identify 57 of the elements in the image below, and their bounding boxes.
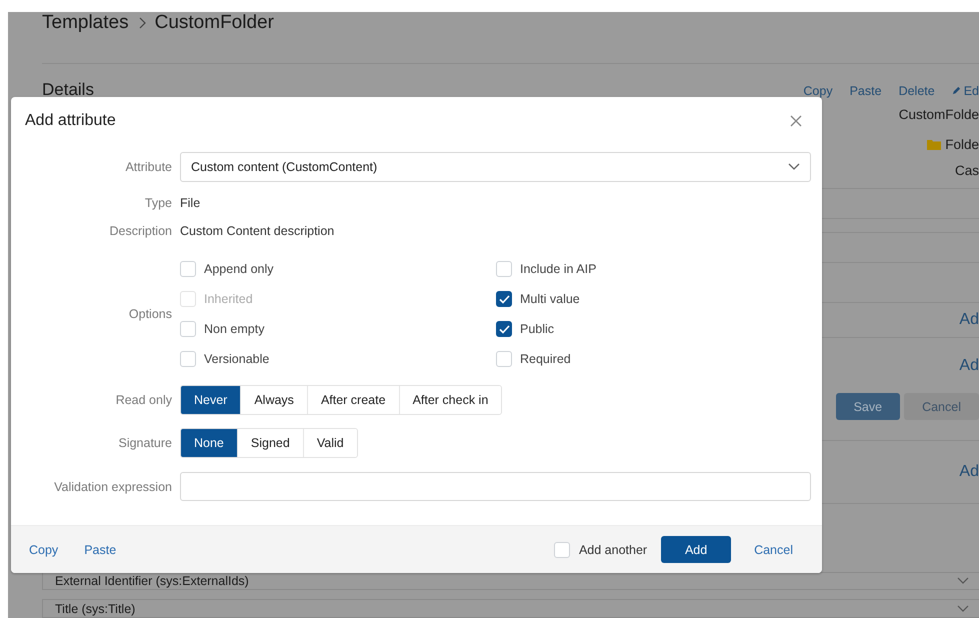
pencil-icon xyxy=(952,86,961,96)
chevron-down-icon xyxy=(957,604,969,613)
row-action-link[interactable]: Ad xyxy=(959,462,979,481)
option-label: Required xyxy=(520,352,571,366)
close-icon[interactable] xyxy=(790,115,802,127)
checkbox[interactable] xyxy=(496,291,512,307)
action-link[interactable]: Paste xyxy=(850,84,882,98)
footer-link[interactable]: Paste xyxy=(84,542,116,556)
property-value: Folde xyxy=(945,137,979,152)
segment-button[interactable]: After check in xyxy=(398,386,502,414)
option-label: Multi value xyxy=(520,292,580,306)
row-action-link[interactable]: Ad xyxy=(959,310,979,329)
segment-button[interactable]: Valid xyxy=(302,429,357,457)
field-label: Validation expression xyxy=(53,480,172,494)
check-icon xyxy=(498,294,510,304)
edit-link[interactable]: Ed xyxy=(952,84,979,98)
field-label: Read only xyxy=(114,393,172,407)
breadcrumb-item[interactable]: Templates xyxy=(42,12,129,34)
field-label: Options xyxy=(128,307,172,321)
field-label: Signature xyxy=(117,436,172,450)
action-link[interactable]: Copy xyxy=(803,84,833,98)
option-label: Include in AIP xyxy=(520,262,596,276)
section-title: Details xyxy=(42,80,94,100)
save-button[interactable]: Save xyxy=(836,393,900,420)
add-button[interactable]: Add xyxy=(661,536,732,563)
folder-icon xyxy=(927,139,942,150)
cancel-link[interactable]: Cancel xyxy=(754,542,793,556)
segment-button[interactable]: Never xyxy=(181,386,240,414)
breadcrumb-item: CustomFolder xyxy=(154,12,274,34)
collapsible-row[interactable]: Title (sys:Title) xyxy=(42,599,979,618)
row-title: External Identifier (sys:ExternalIds) xyxy=(55,574,249,588)
chevron-right-icon xyxy=(136,17,147,29)
option-label: Append only xyxy=(204,262,274,276)
option-label: Public xyxy=(520,322,554,336)
attribute-select[interactable]: Custom content (CustomContent) xyxy=(180,152,811,182)
validation-input[interactable] xyxy=(180,472,811,501)
option-label: Inherited xyxy=(204,292,253,306)
field-label: Description xyxy=(108,224,172,238)
property-value: CustomFolde xyxy=(898,107,979,122)
dialog-title: Add attribute xyxy=(25,112,116,130)
action-link[interactable]: Delete xyxy=(898,84,935,98)
checkbox-label: Add another xyxy=(578,542,648,556)
option-label: Versionable xyxy=(204,352,270,366)
field-value: Custom Content description xyxy=(180,224,334,238)
option-label: Non empty xyxy=(204,322,264,336)
check-icon xyxy=(498,324,510,334)
segment-button[interactable]: None xyxy=(181,429,237,457)
field-label: Attribute xyxy=(124,160,172,174)
row-title: Title (sys:Title) xyxy=(55,602,136,616)
chevron-down-icon xyxy=(957,576,969,585)
footer-link[interactable]: Copy xyxy=(29,542,58,556)
field-label: Type xyxy=(144,196,172,210)
property-value: Cas xyxy=(954,163,979,178)
chevron-down-icon xyxy=(788,163,800,171)
checkbox[interactable] xyxy=(496,321,512,337)
row-action-link[interactable]: Ad xyxy=(959,357,979,376)
field-value: File xyxy=(180,196,200,210)
